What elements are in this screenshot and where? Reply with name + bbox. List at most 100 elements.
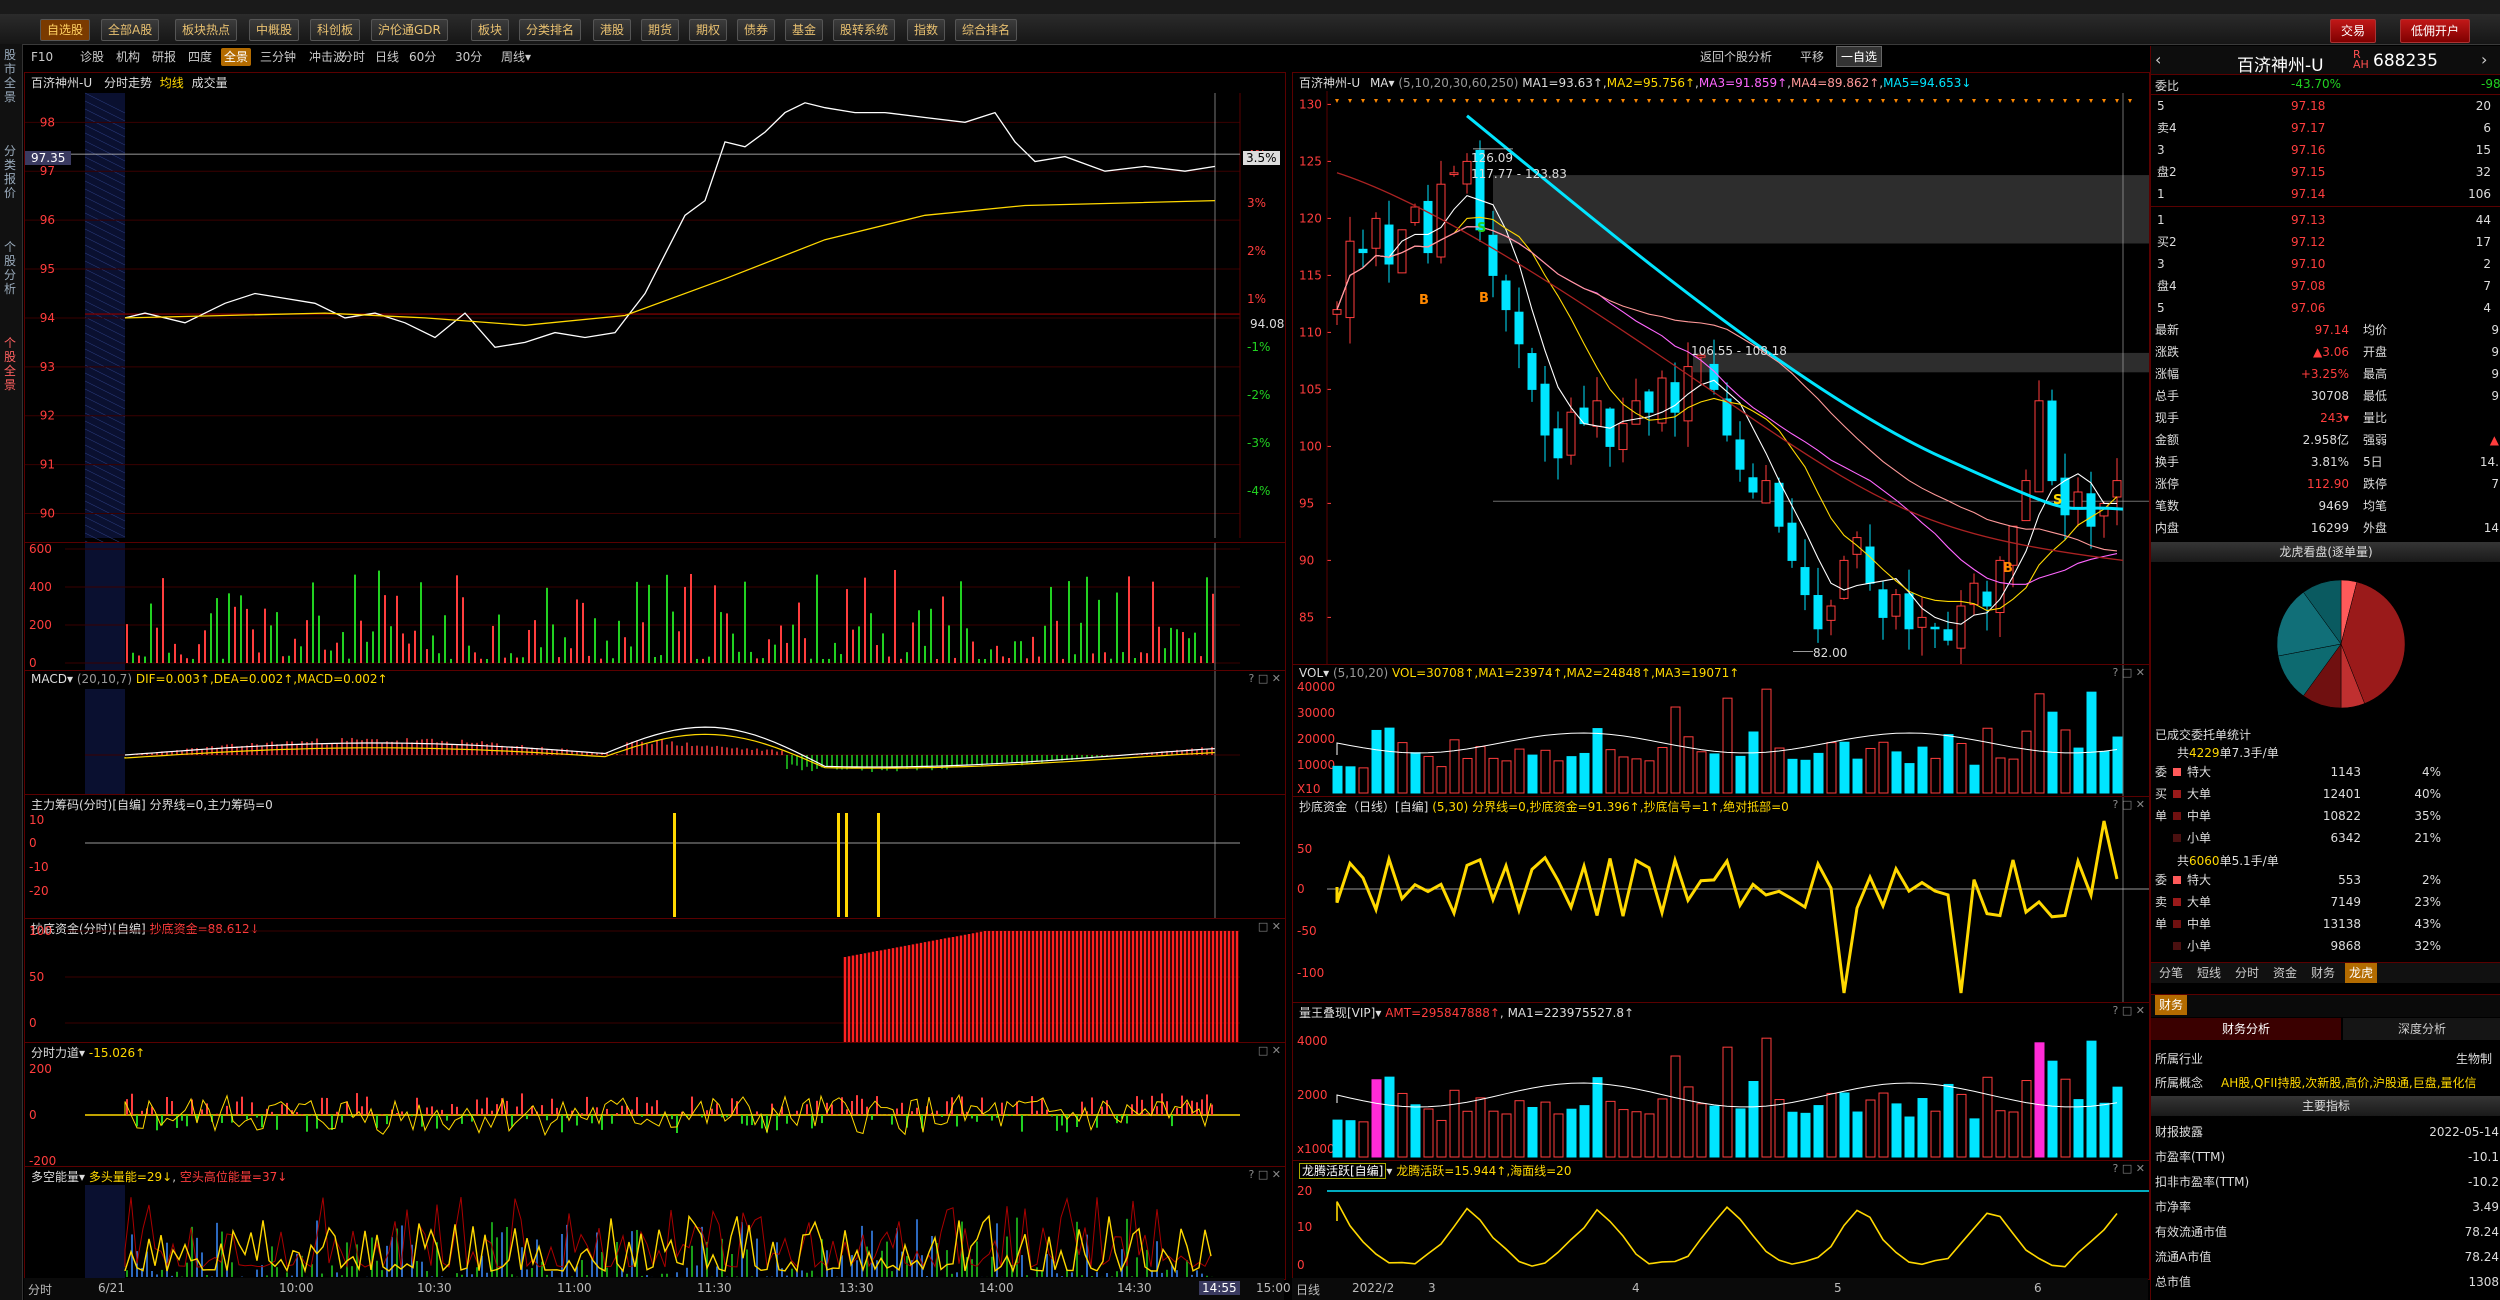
trade-button[interactable]: 交易 xyxy=(2330,19,2377,43)
subbar-item[interactable]: 机构 xyxy=(113,48,143,66)
vol-bar xyxy=(1982,727,1993,794)
toolbar-item[interactable]: 分类排名 xyxy=(519,19,582,41)
open-account-button[interactable]: 低佣开户 xyxy=(2400,19,2471,43)
kline-price-tick: 95 xyxy=(1299,496,1314,510)
watchlist-dropdown[interactable]: 一自选 xyxy=(1836,46,1883,67)
vk-bar xyxy=(1423,1108,1434,1158)
bfd-line xyxy=(1335,820,2119,994)
sidetab-stock-analysis[interactable]: 个股分析 xyxy=(2,240,18,296)
quote-tab[interactable]: 财务 xyxy=(2307,963,2339,983)
stat-label-2: 量比 xyxy=(2363,411,2388,425)
order-book-row[interactable]: 盘2 97.15 32 xyxy=(2151,162,2500,182)
vol-tick: 400 xyxy=(29,580,52,594)
order-level-label: 1 xyxy=(2157,213,2165,227)
toolbar-item[interactable]: 基金 xyxy=(785,19,824,41)
order-type: 中单 xyxy=(2187,809,2212,823)
signal-diamond xyxy=(1829,99,1833,103)
vk-bar xyxy=(1371,1079,1382,1158)
order-book-row[interactable]: 1 97.13 44 xyxy=(2151,210,2500,230)
candle-body xyxy=(1787,522,1797,561)
toolbar-item[interactable]: 指数 xyxy=(907,19,946,41)
toolbar-item[interactable]: 股转系统 xyxy=(833,19,896,41)
vol-bar xyxy=(1943,734,1954,794)
dragon-tick: 10 xyxy=(1297,1220,1312,1234)
quote-tab[interactable]: 分时 xyxy=(2231,963,2263,983)
stat-row: 金额 2.958亿 强弱 ▲ xyxy=(2151,430,2500,450)
order-stat-pct: 4% xyxy=(2421,765,2441,779)
toolbar-item[interactable]: 期权 xyxy=(689,19,728,41)
orders-stat-title: 已成交委托单统计 xyxy=(2155,728,2252,742)
intraday-bottom-tab[interactable]: 分时 xyxy=(28,1281,52,1298)
pct-tick: -1% xyxy=(1247,340,1270,354)
vol-chart: 40000 30000 20000 10000 X10 xyxy=(1297,665,2124,797)
order-book-row[interactable]: 卖4 97.17 6 xyxy=(2151,118,2500,138)
sidetab-stock-overview[interactable]: 个股全景 xyxy=(2,336,18,392)
signal-diamond xyxy=(1920,99,1924,103)
period-tab[interactable]: 日线 xyxy=(372,48,402,66)
order-book-row[interactable]: 3 97.10 2 xyxy=(2151,254,2500,274)
pan-button[interactable]: 平移 xyxy=(1800,48,1824,65)
toolbar-item[interactable]: 板块热点 xyxy=(175,19,238,41)
finance-tab[interactable]: 财务 xyxy=(2155,995,2188,1015)
order-book-row[interactable]: 5 97.18 20 xyxy=(2151,96,2500,116)
toolbar-item[interactable]: 债券 xyxy=(737,19,776,41)
forward-arrow-icon[interactable]: › xyxy=(2481,50,2487,69)
subbar-item[interactable]: 全景 xyxy=(221,48,252,66)
bottom-fund-intraday-chart: 100 50 0 xyxy=(29,924,1240,1043)
period-tab[interactable]: 30分 xyxy=(452,48,485,66)
vol-bar xyxy=(1527,754,1538,794)
subbar-item[interactable]: 四度 xyxy=(185,48,215,66)
period-tab[interactable]: 分时 xyxy=(338,48,368,66)
signal-diamond xyxy=(1699,99,1703,103)
subbar-item[interactable]: 研报 xyxy=(149,48,179,66)
finance-row: 总市值 1308 xyxy=(2151,1272,2500,1292)
order-stat-vol: 12401 xyxy=(2322,787,2361,801)
sell-summary: 共6060单5.1手/单 xyxy=(2177,854,2279,868)
industry-value[interactable]: 生物制 xyxy=(2456,1050,2492,1067)
weicha-value: -98 xyxy=(2481,77,2500,91)
back-arrow-icon[interactable]: ‹ xyxy=(2155,50,2161,69)
vol-bar xyxy=(2112,736,2123,794)
quote-tab[interactable]: 龙虎 xyxy=(2345,963,2378,983)
quote-tab[interactable]: 分笔 xyxy=(2155,963,2187,983)
order-book-row[interactable]: 盘4 97.08 7 xyxy=(2151,276,2500,296)
toolbar-item[interactable]: 科创板 xyxy=(310,19,361,41)
finance-analysis-tab[interactable]: 财务分析 xyxy=(2151,1018,2341,1040)
depth-analysis-tab[interactable]: 深度分析 xyxy=(2343,1018,2500,1040)
toolbar-item[interactable]: 自选股 xyxy=(40,19,91,41)
quote-tab[interactable]: 资金 xyxy=(2269,963,2301,983)
subbar-item[interactable]: 诊股 xyxy=(77,48,107,66)
signal-diamond xyxy=(2037,99,2041,103)
vk-bar xyxy=(1696,1103,1707,1158)
toolbar-item[interactable]: 综合排名 xyxy=(955,19,1018,41)
stat-label-2: 开盘 xyxy=(2363,345,2388,359)
toolbar-item[interactable]: 中概股 xyxy=(249,19,300,41)
order-price: 97.14 xyxy=(2291,187,2326,201)
signal-diamond xyxy=(1335,99,1339,103)
sidetab-category-quotes[interactable]: 分类报价 xyxy=(2,144,18,200)
period-tab[interactable]: 60分 xyxy=(406,48,439,66)
order-book-row[interactable]: 3 97.16 15 xyxy=(2151,140,2500,160)
toolbar-item[interactable]: 沪伦通GDR xyxy=(371,19,448,41)
return-analysis-link[interactable]: 返回个股分析 xyxy=(1700,48,1772,65)
toolbar-item[interactable]: 期货 xyxy=(641,19,680,41)
toolbar-item[interactable]: 板块 xyxy=(471,19,510,41)
concept-value[interactable]: AH股,QFII持股,次新股,高价,沪股通,巨盘,量化信 xyxy=(2221,1074,2477,1091)
period-tab[interactable]: 周线▾ xyxy=(498,48,534,66)
toolbar-item[interactable]: 全部A股 xyxy=(101,19,160,41)
long-short-chart xyxy=(85,1185,1213,1279)
order-book-row[interactable]: 1 97.14 106 xyxy=(2151,184,2500,204)
sidetab-market-overview[interactable]: 股市全景 xyxy=(2,48,18,104)
subbar-item[interactable]: 三分钟 xyxy=(257,48,299,66)
candle-body xyxy=(1501,280,1511,311)
kline-bottom-tab[interactable]: 日线 xyxy=(1296,1281,1320,1298)
prev-close-label: 94.08 xyxy=(1250,317,1285,331)
vol-bar xyxy=(2060,729,2071,794)
toolbar-item[interactable]: 港股 xyxy=(593,19,632,41)
candle-body xyxy=(2047,400,2057,482)
order-book-row[interactable]: 买2 97.12 17 xyxy=(2151,232,2500,252)
buy-signal-2: B xyxy=(1479,291,1489,306)
quote-tab[interactable]: 短线 xyxy=(2193,963,2225,983)
order-book-row[interactable]: 5 97.06 4 xyxy=(2151,298,2500,318)
subbar-item[interactable]: F10 xyxy=(28,48,56,66)
